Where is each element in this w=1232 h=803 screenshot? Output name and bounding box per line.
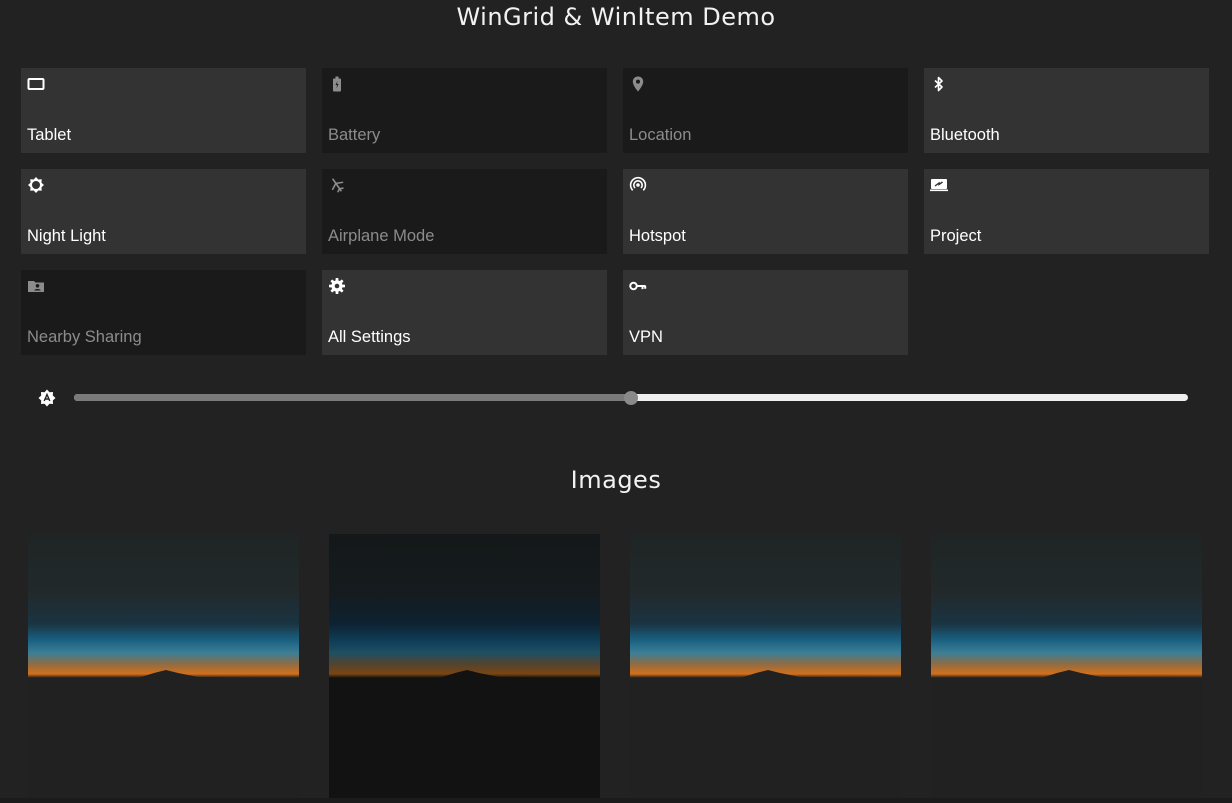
hotspot-icon: [629, 176, 647, 194]
sunset-horizon-image[interactable]: [28, 534, 299, 798]
tile-label: VPN: [629, 328, 663, 346]
tile-battery[interactable]: Battery: [322, 68, 607, 153]
tile-label: Bluetooth: [930, 126, 1000, 144]
tile-tablet[interactable]: Tablet: [21, 68, 306, 153]
page: WinGrid & WinItem Demo Tablet Battery Lo…: [0, 0, 1232, 803]
tile-label: Night Light: [27, 227, 106, 245]
tile-vpn[interactable]: VPN: [623, 270, 908, 355]
slider-thumb[interactable]: [624, 390, 638, 405]
tile-all-settings[interactable]: All Settings: [322, 270, 607, 355]
auto-brightness-icon: [37, 388, 57, 408]
brightness-slider[interactable]: [37, 386, 1197, 410]
tile-location[interactable]: Location: [623, 68, 908, 153]
tile-label: All Settings: [328, 328, 411, 346]
sunset-horizon-image[interactable]: [931, 534, 1202, 798]
tile-nearby-sharing[interactable]: Nearby Sharing: [21, 270, 306, 355]
key-icon: [629, 277, 647, 295]
tile-night-light[interactable]: Night Light: [21, 169, 306, 254]
nearby-sharing-icon: [27, 277, 45, 295]
location-icon: [629, 75, 647, 93]
sunset-horizon-image[interactable]: [630, 534, 901, 798]
tile-airplane-mode[interactable]: Airplane Mode: [322, 169, 607, 254]
slider-fill: [74, 394, 631, 401]
tile-label: Airplane Mode: [328, 227, 435, 245]
project-icon: [930, 176, 948, 194]
tile-label: Hotspot: [629, 227, 686, 245]
brightness-icon: [27, 176, 45, 194]
bottom-divider: [0, 798, 1232, 803]
tile-label: Nearby Sharing: [27, 328, 142, 346]
page-title: WinGrid & WinItem Demo: [456, 3, 776, 31]
tablet-icon: [27, 75, 45, 93]
quick-settings-grid: Tablet Battery Location Bluetooth Night: [21, 68, 1209, 355]
tile-label: Battery: [328, 126, 381, 144]
tile-label: Location: [629, 126, 692, 144]
slider-track[interactable]: [74, 390, 1188, 405]
tile-label: Tablet: [27, 126, 72, 144]
tile-bluetooth[interactable]: Bluetooth: [924, 68, 1209, 153]
tile-label: Project: [930, 227, 982, 245]
tile-project[interactable]: Project: [924, 169, 1209, 254]
airplane-icon: [328, 176, 346, 194]
images-section-title: Images: [570, 466, 662, 494]
tile-hotspot[interactable]: Hotspot: [623, 169, 908, 254]
gear-icon: [328, 277, 346, 295]
sunset-horizon-image[interactable]: [329, 534, 600, 798]
image-gallery: [28, 534, 1202, 798]
bluetooth-icon: [930, 75, 948, 93]
battery-icon: [328, 75, 346, 93]
